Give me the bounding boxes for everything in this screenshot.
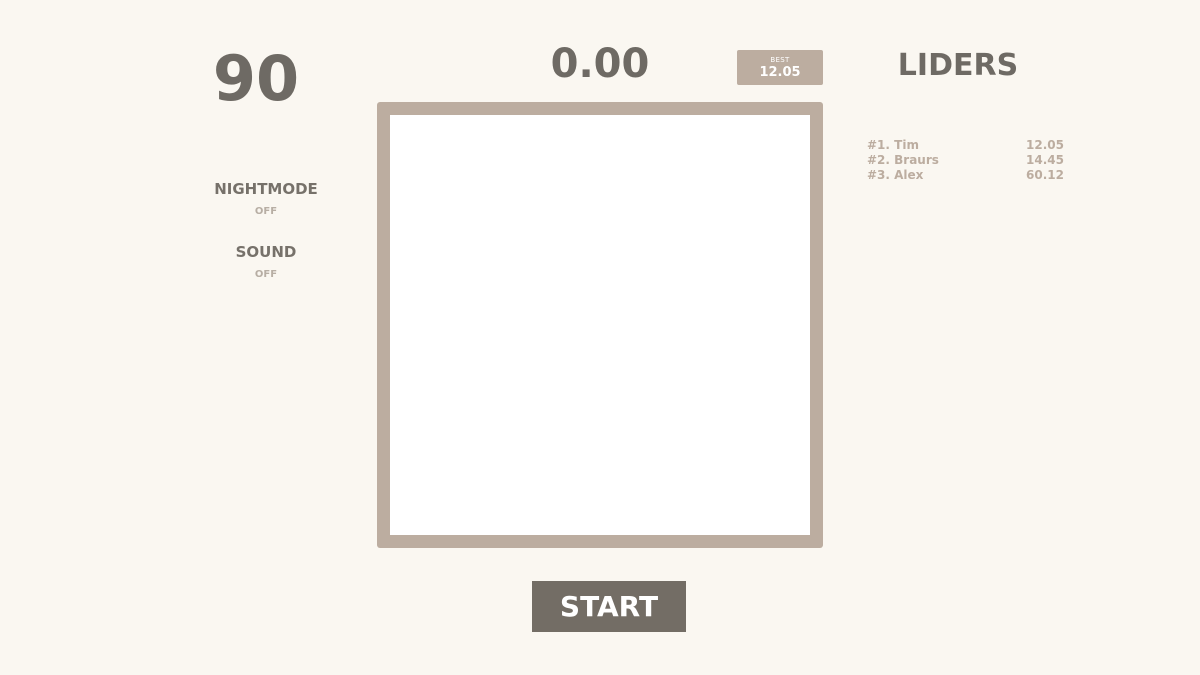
nightmode-toggle[interactable]: NIGHTMODE	[196, 180, 336, 198]
leader-row: #1. Tim 12.05	[867, 138, 1064, 153]
leader-name: #1. Tim	[867, 138, 919, 152]
best-score-badge: BEST 12.05	[737, 50, 823, 85]
leader-row: #3. Alex 60.12	[867, 168, 1064, 183]
leaders-title: LIDERS	[897, 48, 1019, 83]
best-score-value: 12.05	[759, 65, 801, 80]
sound-state[interactable]: OFF	[196, 269, 336, 280]
leader-name: #3. Alex	[867, 168, 924, 182]
sound-toggle[interactable]: SOUND	[196, 243, 336, 261]
leader-name: #2. Braurs	[867, 153, 939, 167]
game-board[interactable]	[377, 102, 823, 548]
leader-score: 14.45	[1026, 153, 1064, 167]
start-button[interactable]: START	[532, 581, 686, 632]
leader-row: #2. Braurs 14.45	[867, 153, 1064, 168]
leader-score: 12.05	[1026, 138, 1064, 152]
nightmode-state[interactable]: OFF	[196, 206, 336, 217]
game-board-area[interactable]	[390, 115, 810, 535]
timer-display: 0.00	[550, 41, 650, 87]
best-score-label: BEST	[770, 56, 790, 64]
leader-score: 60.12	[1026, 168, 1064, 182]
countdown-counter: 90	[212, 42, 300, 115]
